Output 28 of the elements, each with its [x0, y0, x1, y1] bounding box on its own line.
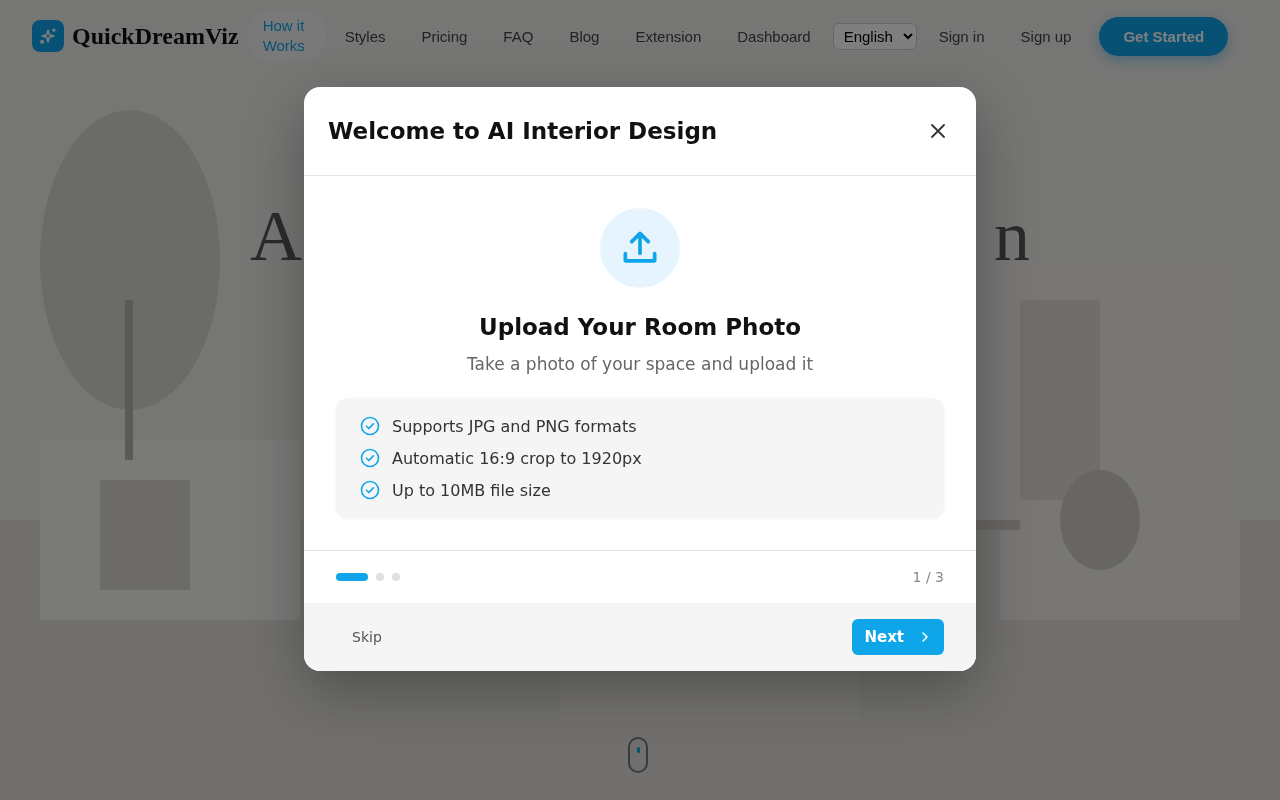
feature-text: Automatic 16:9 crop to 1920px: [392, 448, 642, 468]
nav-link[interactable]: Blog: [551, 19, 618, 53]
nav-link[interactable]: Styles: [326, 19, 404, 53]
language-select[interactable]: English: [832, 22, 917, 50]
step-title: Upload Your Room Photo: [479, 314, 801, 340]
feature-text: Up to 10MB file size: [392, 480, 551, 500]
sparkle-logo-icon[interactable]: [32, 20, 64, 52]
scroll-mouse-icon: [628, 737, 648, 773]
step-dot[interactable]: [392, 573, 400, 581]
step-counter: 1 / 3: [912, 569, 944, 585]
nav-link[interactable]: FAQ: [485, 19, 552, 53]
step-subtitle: Take a photo of your space and upload it: [466, 354, 814, 374]
check-circle-icon: [360, 480, 380, 500]
nav-link[interactable]: Pricing: [403, 19, 486, 53]
brand-name[interactable]: QuickDreamViz: [72, 22, 239, 50]
sign-up-link[interactable]: Sign up: [1002, 19, 1090, 53]
nav-link[interactable]: Extension: [617, 19, 720, 53]
feature-text: Supports JPG and PNG formats: [392, 416, 637, 436]
step-dot[interactable]: [376, 573, 384, 581]
hero-heading: n: [994, 200, 1030, 272]
next-button[interactable]: Next: [852, 619, 944, 655]
dialog-title: Welcome to AI Interior Design: [328, 118, 718, 144]
skip-button[interactable]: Skip: [336, 621, 398, 653]
check-circle-icon: [360, 416, 380, 436]
hero-heading: A: [250, 200, 302, 272]
sign-in-link[interactable]: Sign in: [920, 19, 1003, 53]
check-circle-icon: [360, 448, 380, 468]
nav-link[interactable]: Dashboard: [719, 19, 829, 53]
